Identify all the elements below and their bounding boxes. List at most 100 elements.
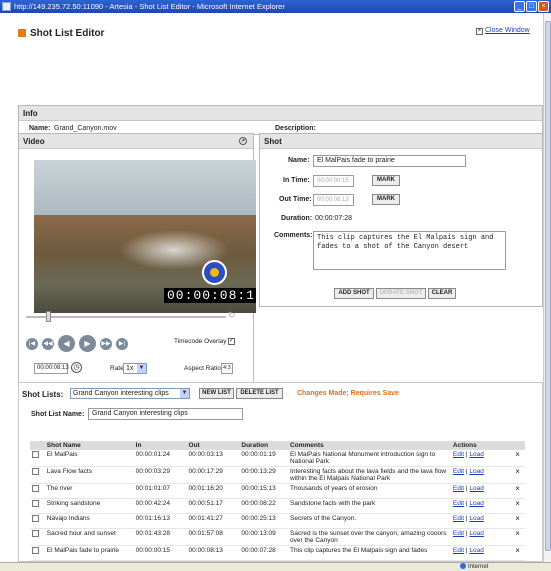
delete-row-icon[interactable]: × (510, 528, 525, 546)
seek-bar[interactable] (26, 311, 226, 322)
table-row: The river 00:01:01:07 00:01:16:20 00:00:15:… (30, 483, 525, 499)
col-actions: Actions (450, 441, 511, 450)
load-link[interactable]: Load (469, 530, 483, 537)
edit-link[interactable]: Edit (453, 547, 464, 554)
row-shot-name: Striking sandstone (44, 498, 134, 514)
maximize-icon[interactable]: □ (526, 1, 537, 12)
timecode-overlay-checkbox[interactable]: ✓ (228, 338, 235, 345)
goto-end-icon[interactable]: ▶| (116, 337, 128, 350)
transport-controls: |◀ ◀◀ ◀ ▶ ▶▶ ▶| (26, 335, 128, 352)
video-player[interactable]: 00:00:08:13 (34, 160, 256, 313)
row-out: 00:01:57:08 (186, 528, 240, 546)
goto-start-icon[interactable]: |◀ (26, 337, 38, 350)
close-window-link[interactable]: × Close Window (476, 27, 530, 35)
row-actions: Edit | Load (450, 528, 511, 546)
delete-row-icon[interactable]: × (510, 513, 525, 529)
load-link[interactable]: Load (469, 515, 483, 522)
rewind-icon[interactable]: ◀◀ (42, 337, 54, 350)
close-window-text[interactable]: Close Window (485, 27, 530, 34)
load-link[interactable]: Load (469, 468, 483, 475)
shotlists-dropdown-icon[interactable]: ▼ (180, 389, 189, 398)
in-time-input[interactable]: 00:00:00:15 (313, 175, 354, 187)
row-out: 00:00:51:17 (186, 498, 240, 514)
vertical-scrollbar[interactable] (543, 13, 551, 562)
row-checkbox[interactable] (32, 451, 39, 458)
out-time-label: Out Time: (279, 196, 312, 203)
out-time-input[interactable]: 00:00:08:13 (313, 194, 354, 206)
table-row: Lava Flow facts 00:00:03:29 00:00:17:29 00:… (30, 466, 525, 484)
minimize-icon[interactable]: _ (514, 1, 525, 12)
play-icon[interactable]: ▶ (79, 335, 96, 352)
list-name-label: Shot List Name: (31, 411, 85, 418)
row-checkbox[interactable] (32, 485, 39, 492)
timecode-overlay-label: Timecode Overlay (174, 338, 227, 345)
close-window-icon[interactable]: × (476, 28, 483, 35)
edit-link[interactable]: Edit (453, 515, 464, 522)
comments-label: Comments: (274, 232, 313, 239)
update-shot-button[interactable]: UPDATE SHOT (376, 288, 426, 299)
edit-link[interactable]: Edit (453, 500, 464, 507)
delete-row-icon[interactable]: × (510, 466, 525, 484)
aspect-ratio-value[interactable]: 4:3 (221, 363, 233, 374)
mark-out-button[interactable]: MARK (372, 194, 400, 205)
row-duration: 00:00:25:13 (239, 513, 289, 529)
row-select-cell (30, 450, 45, 467)
duration-value: 00:00:07:28 (315, 215, 352, 222)
row-comments: Secrets of the Canyon. (288, 513, 451, 529)
channel-logo-icon (202, 260, 227, 285)
edit-link[interactable]: Edit (453, 468, 464, 475)
step-back-icon[interactable]: ◀ (58, 335, 75, 352)
row-checkbox[interactable] (32, 515, 39, 522)
load-link[interactable]: Load (469, 485, 483, 492)
close-icon[interactable]: × (538, 1, 549, 12)
row-comments: Interesting facts about the lava fields … (288, 466, 451, 484)
add-shot-button[interactable]: ADD SHOT (334, 288, 374, 299)
row-comments: Thousands of years of erosion (288, 483, 451, 499)
edit-link[interactable]: Edit (453, 485, 464, 492)
clock-icon[interactable]: ◷ (71, 362, 82, 373)
page-title-text: Shot List Editor (30, 28, 105, 39)
row-in: 00:00:42:24 (133, 498, 187, 514)
new-list-button[interactable]: NEW LIST (199, 388, 234, 399)
delete-row-icon[interactable]: × (510, 483, 525, 499)
loop-icon[interactable]: ↻ (228, 310, 236, 321)
edit-link[interactable]: Edit (453, 451, 464, 458)
delete-row-icon[interactable]: × (510, 498, 525, 514)
fast-forward-icon[interactable]: ▶▶ (100, 337, 112, 350)
row-in: 00:01:43:28 (133, 528, 187, 546)
page-content: Shot List Editor × Close Window Info Name… (0, 13, 543, 562)
current-time-field[interactable]: 00:00:08:13 (34, 363, 69, 374)
channel-logo-dot (210, 268, 219, 277)
edit-link[interactable]: Edit (453, 530, 464, 537)
delete-list-button[interactable]: DELETE LIST (236, 388, 283, 399)
rate-select[interactable]: 1x ▼ (123, 363, 147, 374)
table-row: El MalPais 00:00:01:24 00:00:03:13 00:00:01… (30, 450, 525, 467)
load-link[interactable]: Load (469, 451, 483, 458)
row-actions: Edit | Load (450, 545, 511, 561)
mark-in-button[interactable]: MARK (372, 175, 400, 186)
video-sky (34, 160, 256, 222)
table-row: Sacred hour and sunset 00:01:43:28 00:01:5… (30, 528, 525, 546)
load-link[interactable]: Load (469, 500, 483, 507)
popout-icon[interactable]: ↗ (239, 137, 247, 145)
seek-handle[interactable] (46, 311, 51, 322)
shotlists-select[interactable]: Grand Canyon interesting clips ▼ (70, 388, 190, 399)
scrollbar-thumb[interactable] (545, 21, 551, 551)
shot-name-input[interactable]: El MalPais fade to prairie (313, 155, 466, 167)
row-checkbox[interactable] (32, 468, 39, 475)
rate-dropdown-icon[interactable]: ▼ (137, 364, 146, 373)
list-name-input[interactable]: Grand Canyon interesting clips (88, 408, 243, 420)
col-shot-name: Shot Name (44, 441, 134, 450)
load-link[interactable]: Load (469, 547, 483, 554)
delete-row-icon[interactable]: × (510, 450, 525, 467)
comments-textarea[interactable]: This clip captures the El Malpais sign a… (313, 231, 506, 270)
row-comments: El MalPais National Monument introductio… (288, 450, 451, 467)
row-select-cell (30, 528, 45, 546)
row-checkbox[interactable] (32, 500, 39, 507)
row-checkbox[interactable] (32, 530, 39, 537)
row-checkbox[interactable] (32, 547, 39, 554)
clear-button[interactable]: CLEAR (428, 288, 456, 299)
row-out: 00:00:08:13 (186, 545, 240, 561)
delete-row-icon[interactable]: × (510, 545, 525, 561)
info-name-label: Name: (29, 125, 51, 132)
